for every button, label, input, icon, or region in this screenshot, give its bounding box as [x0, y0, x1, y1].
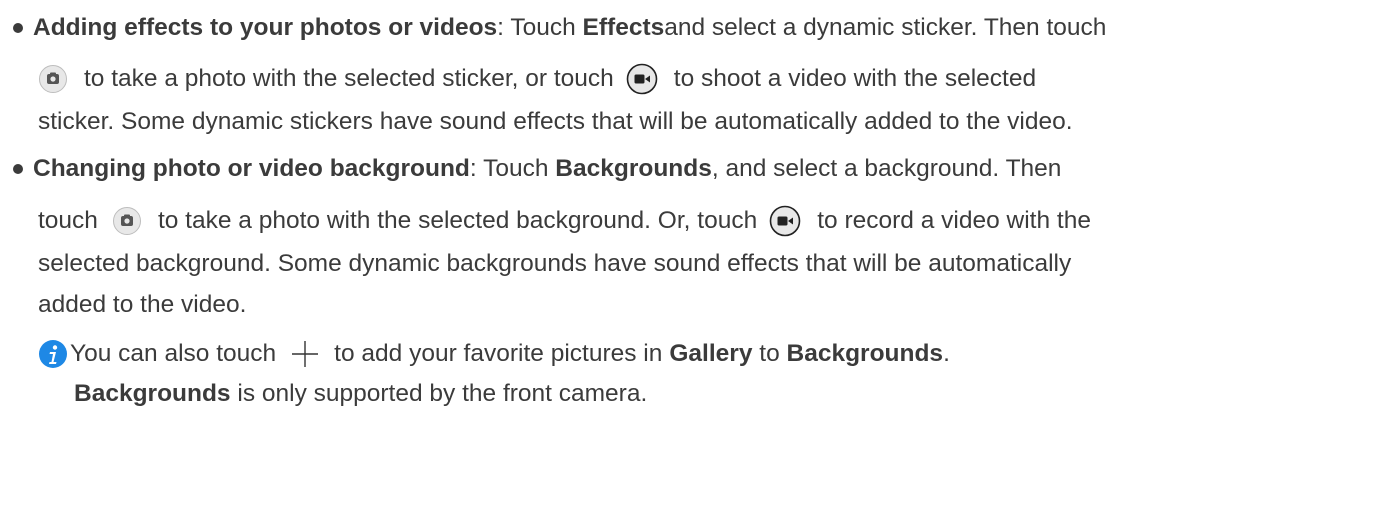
effects-term: Effects — [582, 14, 665, 41]
video-record-icon — [769, 205, 801, 237]
backgrounds-term: Backgrounds — [786, 340, 944, 367]
bullet-item-background-line-1: Changing photo or video background: Touc… — [0, 154, 1061, 184]
backgrounds-term: Backgrounds — [74, 380, 231, 407]
backgrounds-term: Backgrounds — [555, 155, 712, 182]
item-title: Changing photo or video background — [33, 155, 470, 182]
bullet-item-background-line-3: selected background. Some dynamic backgr… — [38, 250, 1072, 277]
video-record-icon — [626, 63, 658, 95]
note-line-2: Backgrounds is only supported by the fro… — [74, 380, 648, 407]
bullet-dot — [13, 164, 23, 174]
bullet-dot — [13, 23, 23, 33]
info-icon — [38, 339, 68, 369]
bullet-item-effects-line-2: to take a photo with the selected sticke… — [38, 63, 1036, 95]
gallery-term: Gallery — [669, 340, 753, 367]
camera-shutter-icon — [112, 206, 142, 236]
item-title: Adding effects to your photos or videos — [33, 14, 498, 41]
plus-icon — [290, 339, 320, 369]
bullet-item-background-line-4: added to the video. — [38, 291, 247, 318]
note-line-1: You can also touch to add your favorite … — [38, 339, 950, 369]
bullet-item-effects-line-1: Adding effects to your photos or videos:… — [0, 13, 1106, 43]
camera-shutter-icon — [38, 64, 68, 94]
bullet-item-effects-line-3: sticker. Some dynamic stickers have soun… — [38, 108, 1073, 135]
bullet-item-background-line-2: touch to take a photo with the selected … — [38, 205, 1091, 237]
